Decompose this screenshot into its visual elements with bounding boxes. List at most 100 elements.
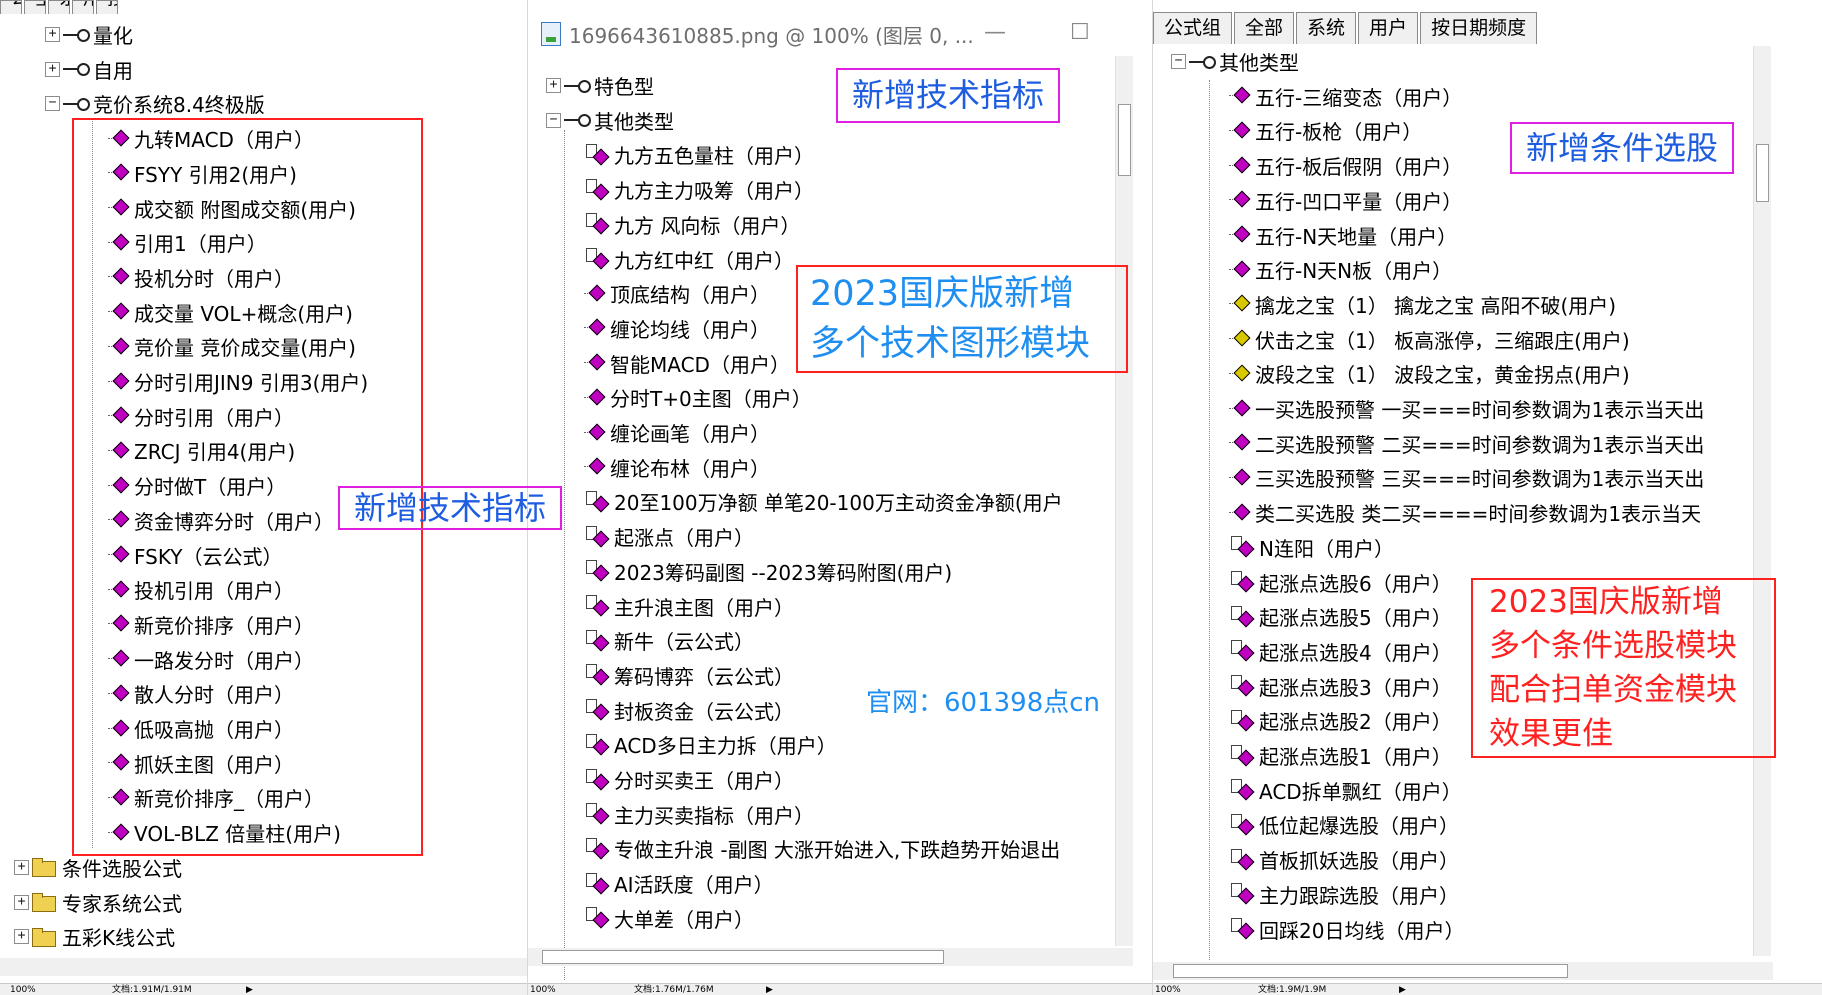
tree-node[interactable]: + 自用 bbox=[45, 52, 133, 87]
formula-item[interactable]: 起涨点选股5（用户） bbox=[1229, 599, 1452, 634]
tab-by-date-frequency[interactable]: 按日期频度 bbox=[96, 0, 118, 14]
expand-icon[interactable]: + bbox=[45, 27, 60, 42]
formula-item[interactable]: ACD拆单飘红（用户） bbox=[1229, 773, 1462, 808]
formula-item[interactable]: 五行-三缩变态（用户） bbox=[1229, 79, 1462, 114]
tab-formula-group[interactable]: 公式组 bbox=[0, 0, 22, 14]
tab-all[interactable]: 全部 bbox=[1234, 12, 1295, 44]
formula-item[interactable]: 起涨点选股6（用户） bbox=[1229, 565, 1452, 600]
formula-item[interactable]: 筹码博弈（云公式） bbox=[584, 658, 794, 693]
formula-item[interactable]: 缠论画笔（用户） bbox=[584, 415, 770, 450]
scrollbar-thumb[interactable] bbox=[1756, 144, 1769, 202]
formula-item[interactable]: 二买选股预警 二买===时间参数调为1表示当天出 bbox=[1229, 426, 1704, 461]
formula-item[interactable]: 分时买卖王（用户） bbox=[584, 762, 794, 797]
formula-item[interactable]: 20至100万净额 单笔20-100万主动资金净额(用户 bbox=[584, 484, 1063, 519]
formula-item[interactable]: 起涨点选股1（用户） bbox=[1229, 738, 1452, 773]
collapse-icon[interactable]: − bbox=[546, 112, 561, 128]
tree-node[interactable]: + 五彩K线公式 bbox=[14, 919, 175, 954]
formula-item[interactable]: 波段之宝（1） 波段之宝，黄金拐点(用户) bbox=[1229, 356, 1630, 391]
horizontal-scrollbar[interactable] bbox=[528, 948, 1133, 966]
annotation-new-screening-modules: 2023国庆版新增 多个条件选股模块 配合扫单资金模块 效果更佳 bbox=[1471, 578, 1776, 758]
tree-node[interactable]: + 特色型 bbox=[546, 68, 654, 103]
formula-document-icon bbox=[1229, 674, 1255, 698]
formula-item[interactable]: 擒龙之宝（1） 擒龙之宝 高阳不破(用户) bbox=[1229, 287, 1616, 322]
vertical-scrollbar[interactable] bbox=[1753, 46, 1771, 956]
scrollbar-thumb[interactable] bbox=[542, 950, 944, 964]
expand-icon[interactable]: + bbox=[546, 78, 561, 93]
window-title-bar[interactable]: 1696643610885.png @ 100% (图层 0, ... — ☐ bbox=[528, 14, 1090, 54]
status-arrow-icon[interactable]: ▶ bbox=[1399, 984, 1406, 995]
formula-item[interactable]: 新牛（云公式） bbox=[584, 623, 754, 658]
formula-item[interactable]: 顶底结构（用户） bbox=[584, 276, 770, 311]
formula-item[interactable]: 首板抓妖选股（用户） bbox=[1229, 842, 1459, 877]
formula-document-icon bbox=[1229, 778, 1255, 802]
formula-item[interactable]: 三买选股预警 三买===时间参数调为1表示当天出 bbox=[1229, 460, 1704, 495]
formula-item[interactable]: 回踩20日均线（用户） bbox=[1229, 912, 1464, 947]
collapse-icon[interactable]: − bbox=[1171, 54, 1186, 69]
formula-item[interactable]: 大单差（用户） bbox=[584, 901, 754, 936]
formula-item[interactable]: 缠论均线（用户） bbox=[584, 311, 770, 346]
formula-item[interactable]: ACD多日主力拆（用户） bbox=[584, 727, 837, 762]
formula-item[interactable]: 起涨点选股2（用户） bbox=[1229, 703, 1452, 738]
formula-item[interactable]: 五行-凹口平量（用户） bbox=[1229, 183, 1462, 218]
tab-user[interactable]: 用户 bbox=[72, 0, 94, 14]
formula-item[interactable]: N连阳（用户） bbox=[1229, 530, 1394, 565]
tab-by-date-frequency[interactable]: 按日期频度 bbox=[1420, 12, 1538, 44]
formula-item[interactable]: 九方 风向标（用户） bbox=[584, 207, 800, 242]
formula-item[interactable]: 主升浪主图（用户） bbox=[584, 589, 794, 624]
formula-item[interactable]: 九方主力吸筹（用户） bbox=[584, 172, 814, 207]
formula-item[interactable]: 封板资金（云公式） bbox=[584, 693, 794, 728]
formula-item[interactable]: 一买选股预警 一买===时间参数调为1表示当天出 bbox=[1229, 391, 1704, 426]
formula-item[interactable]: 2023筹码副图 --2023筹码附图(用户) bbox=[584, 554, 952, 589]
status-arrow-icon[interactable]: ▶ bbox=[246, 984, 253, 995]
tab-system[interactable]: 系统 bbox=[1296, 12, 1357, 44]
formula-item[interactable]: 起涨点选股3（用户） bbox=[1229, 669, 1452, 704]
formula-item[interactable]: 主力买卖指标（用户） bbox=[584, 797, 814, 832]
formula-item[interactable]: 低位起爆选股（用户） bbox=[1229, 807, 1459, 842]
vertical-scrollbar[interactable] bbox=[1115, 56, 1133, 946]
formula-item[interactable]: 主力跟踪选股（用户） bbox=[1229, 877, 1459, 912]
formula-item[interactable]: 智能MACD（用户） bbox=[584, 346, 790, 381]
formula-item[interactable]: 起涨点选股4（用户） bbox=[1229, 634, 1452, 669]
tree-node[interactable]: − 其他类型 bbox=[1171, 44, 1299, 79]
collapse-icon[interactable]: − bbox=[45, 96, 60, 112]
tree-node[interactable]: − 竞价系统8.4终极版 bbox=[45, 86, 265, 121]
formula-item[interactable]: 类二买选股 类二买====时间参数调为1表示当天 bbox=[1229, 495, 1701, 530]
formula-item[interactable]: 九方红中红（用户） bbox=[584, 242, 794, 277]
tree-item-label: 分时T+0主图（用户） bbox=[610, 387, 812, 412]
formula-item[interactable]: 五行-板枪（用户） bbox=[1229, 113, 1422, 148]
formula-item[interactable]: 分时T+0主图（用户） bbox=[584, 380, 812, 415]
formula-item[interactable]: 起涨点（用户） bbox=[584, 519, 754, 554]
tree-item-label: 筹码博弈（云公式） bbox=[614, 664, 794, 689]
scrollbar-thumb[interactable] bbox=[1173, 964, 1568, 978]
formula-item[interactable]: 缠论布林（用户） bbox=[584, 450, 770, 485]
formula-item[interactable]: AI活跃度（用户） bbox=[584, 866, 774, 901]
expand-icon[interactable]: + bbox=[45, 61, 60, 77]
formula-item[interactable]: 五行-N天N板（用户） bbox=[1229, 252, 1452, 287]
tab-all[interactable]: 全部 bbox=[24, 0, 46, 14]
tab-user[interactable]: 用户 bbox=[1358, 12, 1419, 44]
expand-icon[interactable]: + bbox=[14, 929, 29, 945]
formula-document-icon bbox=[584, 906, 610, 930]
formula-document-icon bbox=[584, 663, 610, 687]
formula-item[interactable]: 五行-板后假阴（用户） bbox=[1229, 148, 1462, 183]
formula-item[interactable]: 伏击之宝（1） 板高涨停，三缩跟庄(用户) bbox=[1229, 322, 1630, 357]
formula-diamond-icon bbox=[1229, 502, 1251, 524]
tab-system[interactable]: 系统 bbox=[48, 0, 70, 14]
horizontal-scrollbar[interactable] bbox=[1153, 962, 1773, 980]
maximize-button[interactable]: ☐ bbox=[1070, 20, 1090, 45]
tree-node[interactable]: + 量化 bbox=[45, 17, 133, 52]
tab-formula-group[interactable]: 公式组 bbox=[1153, 12, 1233, 44]
status-arrow-icon[interactable]: ▶ bbox=[766, 984, 773, 995]
formula-item[interactable]: 九方五色量柱（用户） bbox=[584, 137, 814, 172]
expand-icon[interactable]: + bbox=[14, 859, 29, 875]
scrollbar-thumb[interactable] bbox=[1118, 104, 1131, 176]
tree-node[interactable]: + 专家系统公式 bbox=[14, 885, 182, 920]
formula-item[interactable]: 五行-N天地量（用户） bbox=[1229, 218, 1457, 253]
formula-document-icon bbox=[1229, 570, 1255, 594]
image-window-middle: 1696643610885.png @ 100% (图层 0, ... — ☐ … bbox=[527, 0, 1152, 995]
minimize-button[interactable]: — bbox=[984, 20, 1006, 45]
horizontal-scrollbar[interactable] bbox=[0, 958, 527, 976]
expand-icon[interactable]: + bbox=[14, 894, 29, 910]
tree-node[interactable]: − 其他类型 bbox=[546, 103, 674, 138]
formula-item[interactable]: 专做主升浪 -副图 大涨开始进入,下跌趋势开始退出 bbox=[584, 831, 1060, 866]
